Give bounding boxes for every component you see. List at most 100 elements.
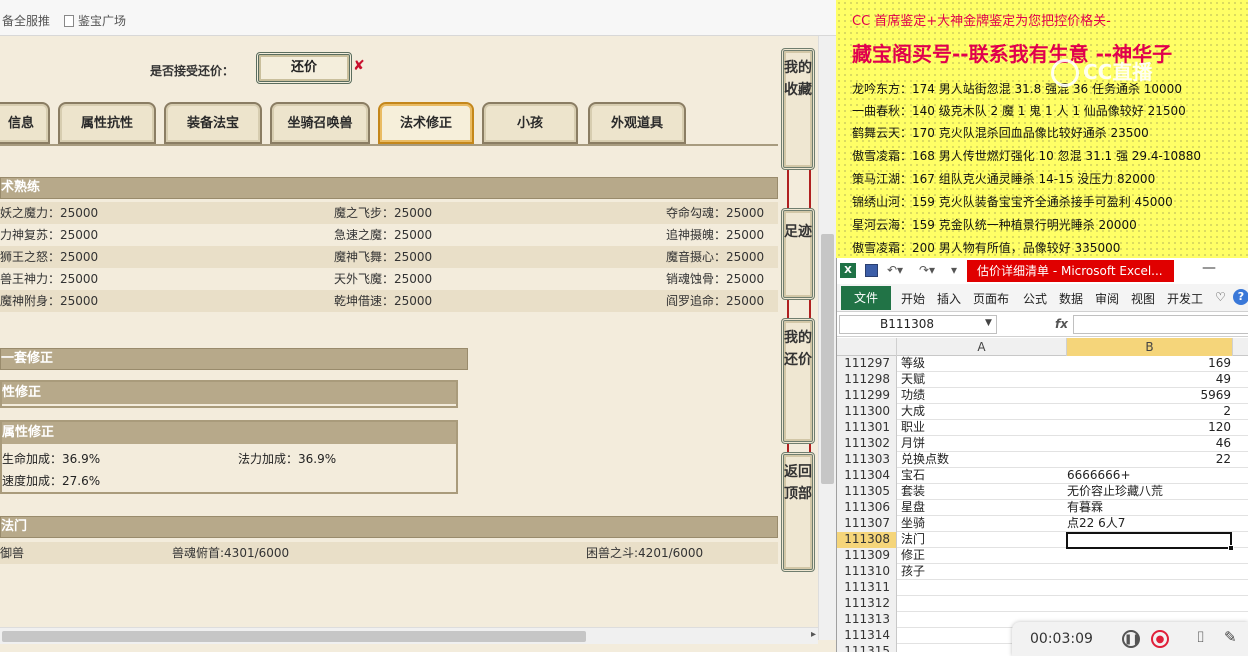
cell-a[interactable]: 月饼	[901, 436, 1065, 451]
close-icon[interactable]: ✘	[353, 58, 365, 74]
spreadsheet-row[interactable]: 111301 职业 120	[837, 420, 1248, 436]
redo-icon[interactable]: ↷▾	[919, 263, 935, 277]
tab-children[interactable]: 小孩	[482, 102, 578, 144]
row-number[interactable]: 111313	[837, 612, 897, 628]
tab-data[interactable]: 数据	[1059, 290, 1083, 307]
tab-info[interactable]: 信息	[0, 102, 50, 144]
ribbon-collapse-icon[interactable]: ♡	[1215, 290, 1226, 304]
row-number[interactable]: 111310	[837, 564, 897, 580]
tab-home[interactable]: 开始	[901, 290, 925, 307]
minimize-button[interactable]: —	[1202, 260, 1216, 276]
cell-b[interactable]: 6666666+	[1067, 468, 1231, 483]
spreadsheet-row[interactable]: 111302 月饼 46	[837, 436, 1248, 452]
cell-a[interactable]: 孩子	[901, 564, 1065, 579]
row-number[interactable]: 111314	[837, 628, 897, 644]
spreadsheet-row[interactable]: 111307 坐骑 点22 6人7	[837, 516, 1248, 532]
vertical-scrollbar[interactable]	[818, 36, 836, 640]
help-icon[interactable]: ?	[1233, 289, 1248, 305]
cell-b[interactable]: 169	[1067, 356, 1231, 371]
cell-b[interactable]: 有暮霖	[1067, 500, 1231, 515]
cell-b[interactable]: 无价容止珍藏八荒	[1067, 484, 1231, 499]
spreadsheet-row[interactable]: 111311	[837, 580, 1248, 596]
spreadsheet-row[interactable]: 111298 天赋 49	[837, 372, 1248, 388]
camera-icon[interactable]: ⌷	[1196, 628, 1205, 646]
cell-a[interactable]: 等级	[901, 356, 1065, 371]
cell-b[interactable]: 49	[1067, 372, 1231, 387]
row-number[interactable]: 111302	[837, 436, 897, 452]
tab-formulas[interactable]: 公式	[1023, 290, 1047, 307]
cell-a[interactable]: 星盘	[901, 500, 1065, 515]
cell-a[interactable]: 兑换点数	[901, 452, 1065, 467]
cell-a[interactable]: 功绩	[901, 388, 1065, 403]
bookmark-item[interactable]: 备全服推	[2, 12, 50, 29]
row-number[interactable]: 111311	[837, 580, 897, 596]
row-number[interactable]: 111303	[837, 452, 897, 468]
row-number[interactable]: 111308	[837, 532, 897, 548]
select-all-corner[interactable]	[837, 338, 897, 356]
cell-a[interactable]: 天赋	[901, 372, 1065, 387]
spreadsheet-row[interactable]: 111304 宝石 6666666+	[837, 468, 1248, 484]
tab-appearance[interactable]: 外观道具	[588, 102, 686, 144]
counter-offer-button[interactable]: 还价	[256, 52, 352, 84]
row-number[interactable]: 111304	[837, 468, 897, 484]
cell-a[interactable]: 职业	[901, 420, 1065, 435]
tab-equipment[interactable]: 装备法宝	[164, 102, 262, 144]
spreadsheet-row[interactable]: 111297 等级 169	[837, 356, 1248, 372]
cell-a[interactable]: 宝石	[901, 468, 1065, 483]
tab-mounts-pets[interactable]: 坐骑召唤兽	[270, 102, 370, 144]
chevron-down-icon[interactable]: ▼	[985, 318, 992, 328]
cell-a[interactable]: 坐骑	[901, 516, 1065, 531]
column-header-b[interactable]: B	[1067, 338, 1233, 356]
footprint-button[interactable]: 足迹	[781, 208, 815, 300]
spreadsheet-row[interactable]: 111309 修正	[837, 548, 1248, 564]
row-number[interactable]: 111299	[837, 388, 897, 404]
spreadsheet-row[interactable]: 111303 兑换点数 22	[837, 452, 1248, 468]
my-favorites-button[interactable]: 我的收藏	[781, 48, 815, 170]
row-number[interactable]: 111305	[837, 484, 897, 500]
spreadsheet-row[interactable]: 111308 法门	[837, 532, 1248, 551]
back-to-top-button[interactable]: 返回顶部	[781, 452, 815, 572]
cell-b[interactable]: 120	[1067, 420, 1231, 435]
name-box[interactable]: B111308	[839, 315, 997, 334]
my-counter-offers-button[interactable]: 我的还价	[781, 318, 815, 444]
row-number[interactable]: 111300	[837, 404, 897, 420]
tab-review[interactable]: 审阅	[1095, 290, 1119, 307]
spreadsheet-row[interactable]: 111306 星盘 有暮霖	[837, 500, 1248, 516]
spreadsheet-row[interactable]: 111300 大成 2	[837, 404, 1248, 420]
scrollbar-thumb[interactable]	[821, 234, 834, 484]
cell-a[interactable]: 修正	[901, 548, 1065, 563]
row-number[interactable]: 111312	[837, 596, 897, 612]
formula-input[interactable]	[1073, 315, 1248, 334]
tab-page-layout[interactable]: 页面布	[973, 290, 1009, 307]
row-number[interactable]: 111301	[837, 420, 897, 436]
cell-b[interactable]: 22	[1067, 452, 1231, 467]
stop-icon[interactable]: ●	[1151, 630, 1169, 648]
spreadsheet-row[interactable]: 111305 套装 无价容止珍藏八荒	[837, 484, 1248, 500]
cell-a[interactable]: 套装	[901, 484, 1065, 499]
tab-developer[interactable]: 开发工	[1167, 290, 1203, 307]
row-number[interactable]: 111298	[837, 372, 897, 388]
tab-spell-mods[interactable]: 法术修正	[378, 102, 474, 144]
cell-a[interactable]: 大成	[901, 404, 1065, 419]
scrollbar-thumb[interactable]	[2, 631, 586, 642]
cell-a[interactable]: 法门	[901, 532, 1065, 547]
spreadsheet-row[interactable]: 111299 功绩 5969	[837, 388, 1248, 404]
row-number[interactable]: 111306	[837, 500, 897, 516]
tab-file[interactable]: 文件	[841, 286, 891, 310]
tab-attributes[interactable]: 属性抗性	[58, 102, 156, 144]
cell-b[interactable]: 2	[1067, 404, 1231, 419]
bookmark-item[interactable]: 鉴宝广场	[64, 12, 126, 29]
row-number[interactable]: 111309	[837, 548, 897, 564]
spreadsheet-row[interactable]: 111312	[837, 596, 1248, 612]
pen-icon[interactable]: ✎	[1224, 628, 1237, 646]
pause-icon[interactable]: ❚❚	[1122, 630, 1141, 648]
horizontal-scrollbar[interactable]: ▸	[0, 627, 818, 644]
row-number[interactable]: 111307	[837, 516, 897, 532]
row-number[interactable]: 111297	[837, 356, 897, 372]
function-icon[interactable]: fx	[1055, 317, 1068, 331]
column-header-a[interactable]: A	[897, 338, 1067, 356]
save-icon[interactable]	[865, 264, 878, 277]
spreadsheet-row[interactable]: 111310 孩子	[837, 564, 1248, 580]
cell-b[interactable]: 5969	[1067, 388, 1231, 403]
active-cell-outline[interactable]	[1066, 532, 1234, 551]
